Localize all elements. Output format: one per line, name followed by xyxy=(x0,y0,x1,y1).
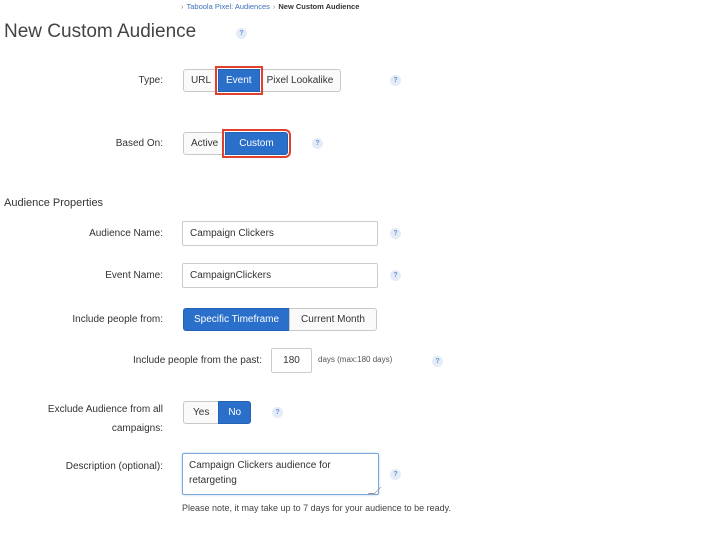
based-on-label: Based On: xyxy=(115,138,163,149)
include-past-days-suffix: days (max:180 days) xyxy=(318,355,393,364)
type-pixel-lookalike-button[interactable]: Pixel Lookalike xyxy=(258,69,342,92)
audience-name-input[interactable]: Campaign Clickers xyxy=(182,221,378,246)
exclude-audience-label: Exclude Audience from all campaigns: xyxy=(48,400,163,438)
based-on-active-button[interactable]: Active xyxy=(183,132,227,155)
include-past-days-input[interactable]: 180 xyxy=(271,348,312,373)
type-event-button[interactable]: Event xyxy=(215,66,263,95)
based-on-button-group: Active Custom xyxy=(183,129,291,158)
type-help-icon[interactable]: ? xyxy=(390,75,401,86)
include-past-help-icon[interactable]: ? xyxy=(432,356,443,367)
page-title: New Custom Audience xyxy=(4,21,197,42)
description-wrapper: Campaign Clickers audience for retargeti… xyxy=(182,453,382,495)
based-on-custom-button[interactable]: Custom xyxy=(222,129,291,158)
based-on-help-icon[interactable]: ? xyxy=(312,138,323,149)
breadcrumb: › Taboola Pixel: Audiences › New Custom Aud… xyxy=(178,2,359,11)
include-past-label: Include people from the past: xyxy=(133,355,262,366)
include-people-from-label: Include people from: xyxy=(72,314,163,325)
exclude-no-button[interactable]: No xyxy=(218,401,252,424)
exclude-help-icon[interactable]: ? xyxy=(272,407,283,418)
type-label: Type: xyxy=(138,75,163,86)
exclude-yes-button[interactable]: Yes xyxy=(183,401,220,424)
specific-timeframe-button[interactable]: Specific Timeframe xyxy=(183,308,291,331)
breadcrumb-link-audiences[interactable]: Taboola Pixel: Audiences xyxy=(187,2,270,11)
readiness-note: Please note, it may take up to 7 days fo… xyxy=(182,503,451,513)
breadcrumb-separator: › xyxy=(181,2,184,11)
description-textarea[interactable]: Campaign Clickers audience for retargeti… xyxy=(182,453,379,495)
audience-properties-heading: Audience Properties xyxy=(4,197,104,209)
event-name-input[interactable]: CampaignClickers xyxy=(182,263,378,288)
current-month-button[interactable]: Current Month xyxy=(289,308,377,331)
breadcrumb-separator: › xyxy=(272,2,276,11)
exclude-button-group: Yes No xyxy=(183,401,252,424)
exclude-audience-label-line2: campaigns: xyxy=(111,423,163,434)
event-name-label: Event Name: xyxy=(105,270,163,281)
audience-name-help-icon[interactable]: ? xyxy=(390,228,401,239)
page-help-icon[interactable]: ? xyxy=(236,28,247,39)
description-help-icon[interactable]: ? xyxy=(390,469,401,480)
type-button-group: URL Event Pixel Lookalike xyxy=(183,66,342,95)
type-url-button[interactable]: URL xyxy=(183,69,220,92)
event-name-help-icon[interactable]: ? xyxy=(390,270,401,281)
include-from-button-group: Specific Timeframe Current Month xyxy=(183,308,377,331)
breadcrumb-current: New Custom Audience xyxy=(278,2,360,11)
audience-name-label: Audience Name: xyxy=(89,228,163,239)
description-label: Description (optional): xyxy=(65,461,163,472)
exclude-audience-label-line1: Exclude Audience from all xyxy=(47,404,163,415)
